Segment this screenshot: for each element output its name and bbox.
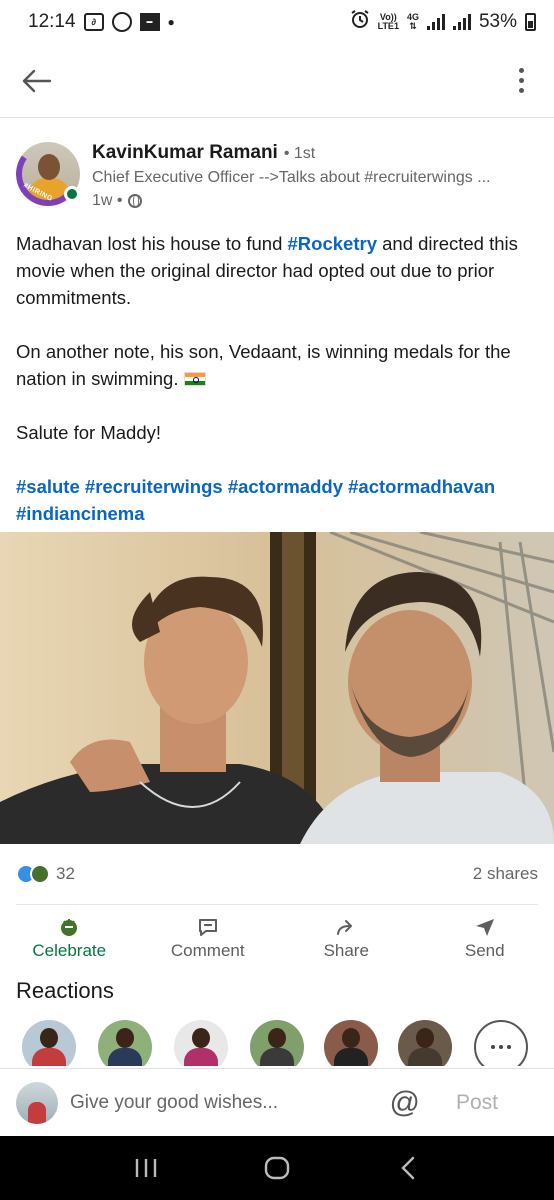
author-avatar[interactable]: #HIRING: [16, 142, 80, 206]
celebrate-icon: [61, 919, 78, 936]
comment-bar: @ Post: [0, 1068, 554, 1136]
comment-label: Comment: [170, 941, 245, 960]
divider: [16, 904, 538, 905]
reactors-row: [0, 1020, 554, 1066]
status-left: 12:14 ∂ ▬ ●: [28, 11, 175, 33]
chevron-left-icon: [401, 1156, 415, 1180]
india-flag-emoji: [183, 372, 206, 386]
signal-strength-icon-1: [426, 14, 445, 30]
post-body: Madhavan lost his house to fund #Rocketr…: [0, 210, 554, 527]
network-gen-indicator: 4G ⇅: [406, 12, 419, 31]
post-header: #HIRING KavinKumar Ramani • 1st Chief Ex…: [0, 118, 554, 210]
globe-icon: [127, 194, 142, 208]
alarm-icon: [350, 9, 370, 35]
news-app-icon: ▬: [139, 13, 160, 31]
reactions-heading: Reactions: [16, 978, 114, 1003]
connection-degree: • 1st: [283, 145, 316, 162]
system-back-button[interactable]: [388, 1148, 428, 1188]
hashtag-link[interactable]: #Rocketry: [288, 233, 377, 254]
post-photo-illustration: [0, 532, 554, 844]
reactor-avatar[interactable]: [250, 1020, 304, 1066]
recent-apps-button[interactable]: [126, 1148, 166, 1188]
signal-strength-icon-2: [452, 14, 471, 30]
action-bar: Celebrate Comment Share Send: [0, 910, 554, 968]
author-name[interactable]: KavinKumar Ramani: [92, 142, 278, 164]
hashtag-link[interactable]: #actormaddy: [228, 476, 343, 497]
status-right: Vo)) LTE1 4G ⇅ 53%: [350, 9, 536, 35]
comment-button[interactable]: Comment: [139, 910, 278, 968]
post-paragraph-2: On another note, his son, Vedaant, is wi…: [16, 341, 511, 389]
post-paragraph-1: Madhavan lost his house to fund #Rocketr…: [16, 233, 518, 308]
app-bar: [0, 44, 554, 118]
celebrate-reaction-icon: [30, 864, 50, 884]
celebrate-button[interactable]: Celebrate: [0, 910, 139, 968]
reactions-count: 32: [56, 864, 75, 883]
send-icon: [475, 919, 494, 936]
online-status-dot: [64, 186, 80, 202]
comment-input[interactable]: [70, 1091, 380, 1114]
send-label: Send: [464, 941, 505, 960]
comment-icon: [198, 919, 217, 936]
back-button[interactable]: [22, 64, 56, 98]
hashtag-link[interactable]: #recruiterwings: [85, 476, 223, 497]
reactor-avatar[interactable]: [174, 1020, 228, 1066]
home-icon: [264, 1156, 290, 1180]
post-hashtags: #salute #recruiterwings #actormaddy #act…: [16, 473, 538, 527]
post-photo[interactable]: [0, 532, 554, 844]
shares-count[interactable]: 2 shares: [473, 864, 538, 884]
volte-indicator: Vo)) LTE1: [377, 12, 399, 31]
recent-apps-icon: [135, 1159, 156, 1177]
overflow-menu-button[interactable]: [511, 62, 532, 99]
share-label: Share: [323, 941, 369, 960]
more-notifications-icon: ●: [167, 15, 175, 29]
social-counts: 32 2 shares: [0, 854, 554, 894]
reactor-avatar[interactable]: [98, 1020, 152, 1066]
author-headline: Chief Executive Officer -->Talks about #…: [92, 169, 491, 186]
music-app-icon: [111, 12, 132, 32]
post-paragraph-3: Salute for Maddy!: [16, 422, 161, 443]
post-comment-button[interactable]: Post: [456, 1091, 498, 1115]
back-arrow-icon: [22, 69, 52, 92]
hashtag-link[interactable]: #salute: [16, 476, 80, 497]
my-avatar: [16, 1081, 58, 1124]
battery-percent: 53%: [478, 11, 517, 32]
post-meta: 1w •: [92, 192, 538, 210]
reactor-avatar[interactable]: [22, 1020, 76, 1066]
celebrate-label: Celebrate: [32, 941, 107, 960]
reactor-avatar[interactable]: [398, 1020, 452, 1066]
share-button[interactable]: Share: [277, 910, 416, 968]
author-info: KavinKumar Ramani • 1st Chief Executive …: [92, 142, 538, 210]
send-button[interactable]: Send: [416, 910, 554, 968]
status-bar: 12:14 ∂ ▬ ● Vo)) LTE1 4G ⇅ 53%: [0, 0, 554, 44]
status-time: 12:14: [28, 11, 76, 32]
reactor-avatar[interactable]: [324, 1020, 378, 1066]
home-button[interactable]: [257, 1148, 297, 1188]
reaction-icons: [16, 864, 50, 884]
system-nav-bar: [0, 1136, 554, 1200]
battery-icon: [525, 13, 536, 31]
mention-button[interactable]: @: [390, 1086, 420, 1120]
reactions-summary[interactable]: 32: [16, 864, 75, 884]
share-icon: [337, 920, 353, 935]
post-time: 1w •: [92, 192, 123, 209]
notification-app-icon: ∂: [83, 13, 104, 31]
hashtag-link[interactable]: #indiancinema: [16, 503, 145, 524]
hashtag-link[interactable]: #actormadhavan: [348, 476, 495, 497]
more-reactions-button[interactable]: [474, 1020, 528, 1066]
